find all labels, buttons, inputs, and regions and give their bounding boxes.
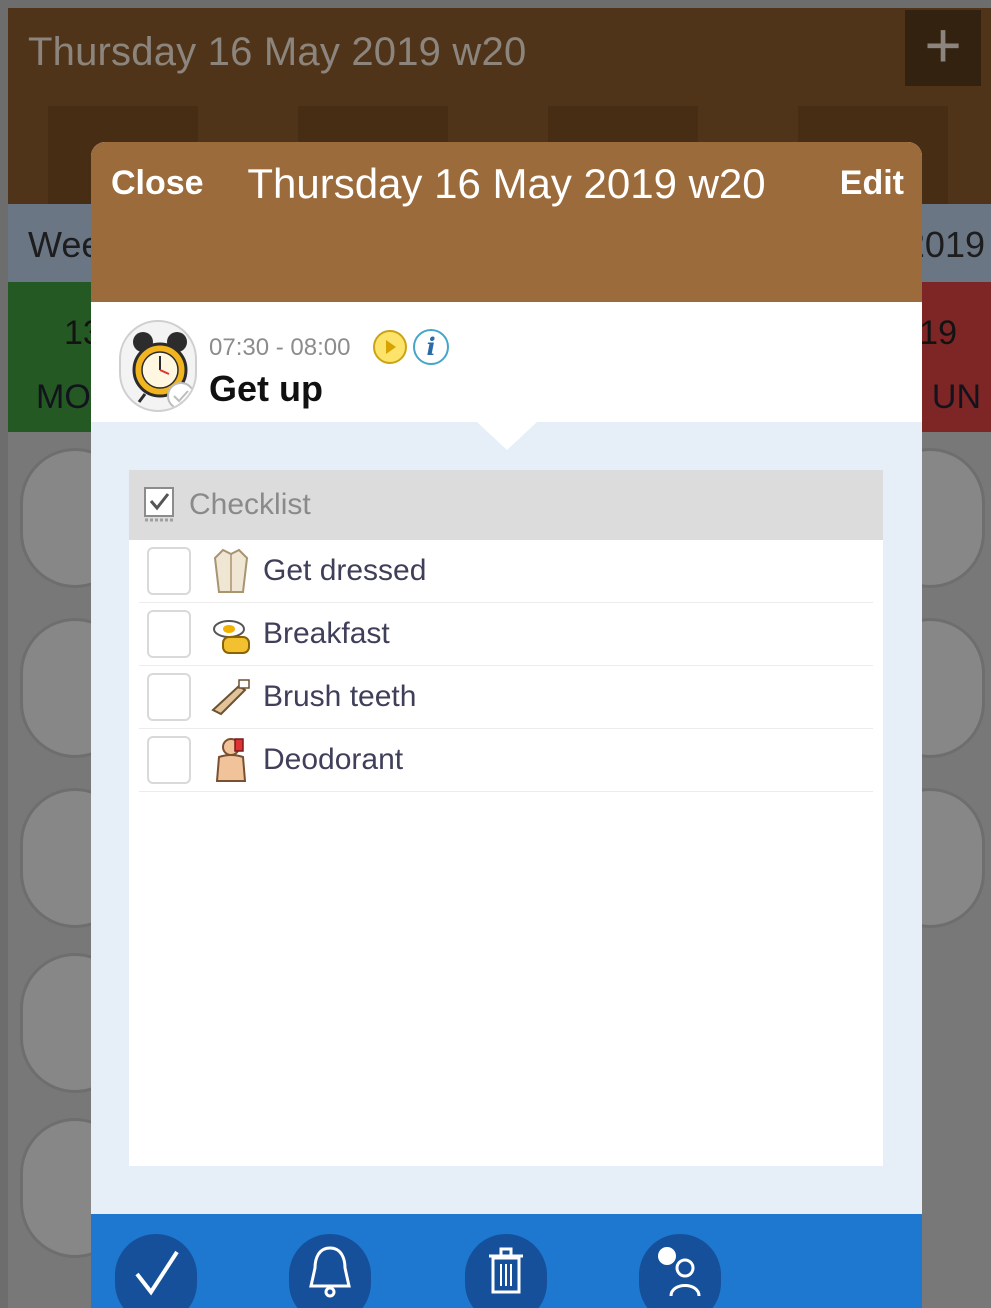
checklist-item-label: Brush teeth [263, 680, 417, 713]
bell-icon[interactable] [289, 1234, 371, 1308]
activity-detail-modal: Thursday 16 May 2019 w20 Close Edit 07:3… [91, 142, 922, 1308]
activity-summary: 07:30 - 08:00 Get up [91, 302, 922, 422]
shirt-icon [209, 546, 253, 596]
checklist-icon [143, 486, 175, 524]
trash-icon[interactable] [465, 1234, 547, 1308]
checklist-header: Checklist [129, 470, 883, 540]
activity-time: 07:30 - 08:00 [209, 334, 351, 361]
checklist-item: Get dressed [139, 540, 873, 603]
toothbrush-icon [209, 672, 253, 722]
info-icon[interactable]: i [413, 329, 449, 365]
modal-title: Thursday 16 May 2019 w20 [247, 160, 766, 207]
bottom-toolbar [91, 1214, 922, 1308]
checkmark-icon[interactable] [115, 1234, 197, 1308]
activity-name: Get up [209, 368, 323, 409]
close-button[interactable]: Close [111, 164, 204, 203]
play-audio-icon[interactable] [373, 330, 407, 364]
alarm-clock-icon [119, 320, 197, 412]
modal-header: Thursday 16 May 2019 w20 Close Edit [91, 142, 922, 302]
user-comment-icon[interactable] [639, 1234, 721, 1308]
checklist-title: Checklist [189, 488, 311, 521]
panel-pointer [477, 422, 537, 450]
checklist-checkbox[interactable] [147, 673, 191, 721]
checklist-item-label: Deodorant [263, 743, 404, 776]
checklist-item-label: Get dressed [263, 554, 427, 587]
edit-button[interactable]: Edit [840, 164, 904, 203]
checklist-panel: Checklist Get dressed Breakfast Brush te… [129, 470, 883, 1166]
checklist-checkbox[interactable] [147, 610, 191, 658]
deodorant-icon [209, 735, 253, 785]
checklist-checkbox[interactable] [147, 736, 191, 784]
breakfast-icon [209, 609, 253, 659]
checklist-checkbox[interactable] [147, 547, 191, 595]
checklist-item: Breakfast [139, 603, 873, 666]
checklist-item: Brush teeth [139, 666, 873, 729]
checklist-item: Deodorant [139, 729, 873, 792]
checklist-item-label: Breakfast [263, 617, 390, 650]
